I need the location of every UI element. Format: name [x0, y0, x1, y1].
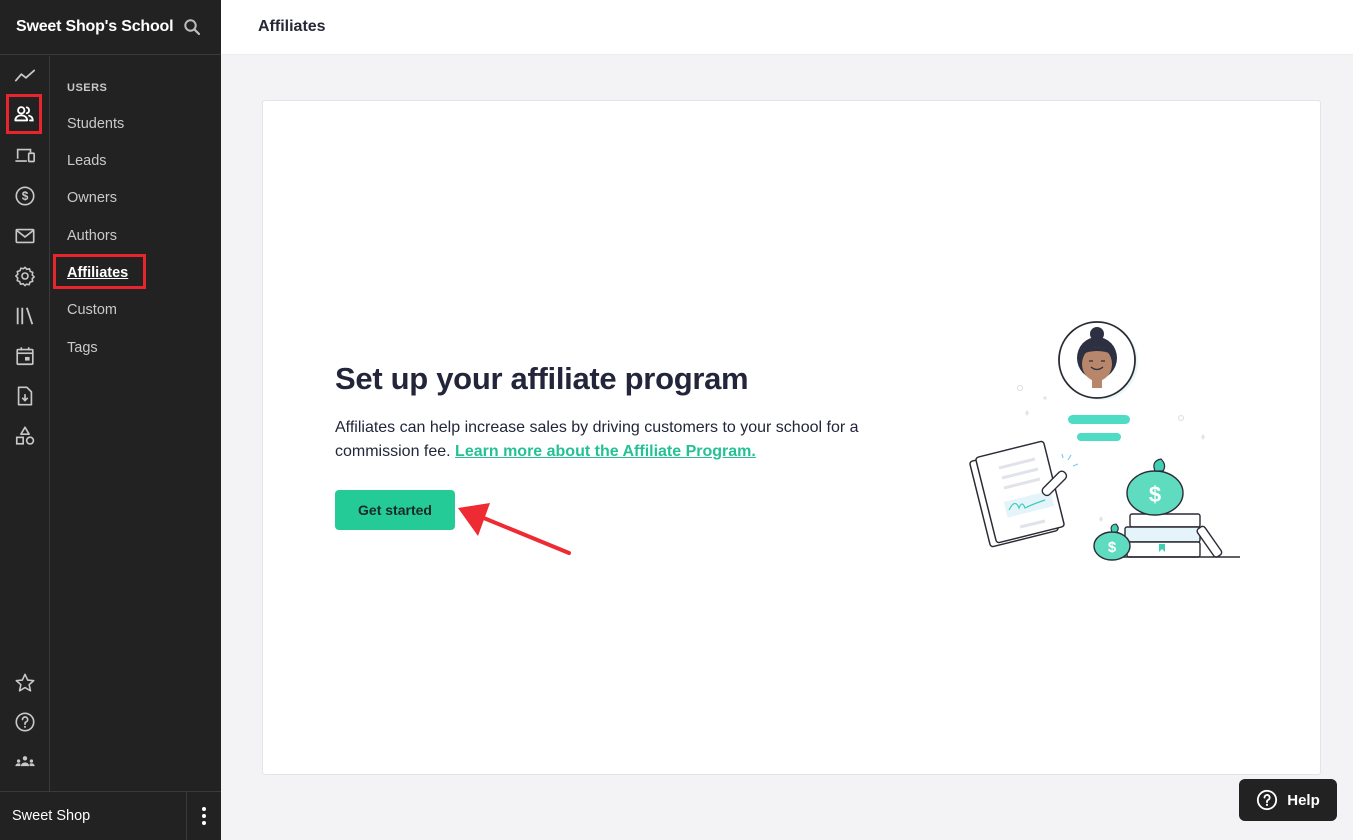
avatar-icon: [1058, 321, 1138, 400]
svg-text:$: $: [22, 189, 29, 203]
help-circle-icon[interactable]: [9, 706, 41, 738]
submenu-item-custom[interactable]: Custom: [67, 302, 117, 318]
star-icon[interactable]: [9, 667, 41, 699]
submenu-item-students[interactable]: Students: [67, 116, 124, 132]
sparkle-icon: [1177, 414, 1185, 422]
books-icon: [1115, 513, 1240, 558]
annotation-arrow: [458, 503, 571, 555]
top-bar: Affiliates: [221, 0, 1353, 55]
empty-state-description: Affiliates can help increase sales by dr…: [335, 416, 895, 464]
sidebar-header: Sweet Shop's School: [0, 0, 221, 55]
help-button[interactable]: Help: [1239, 779, 1337, 821]
affiliate-illustration: $ $: [969, 321, 1240, 561]
empty-state-headline: Set up your affiliate program: [335, 361, 749, 396]
library-icon[interactable]: [9, 300, 41, 332]
page-title: Affiliates: [258, 18, 326, 35]
users-icon[interactable]: [6, 94, 42, 134]
sparkle-icon: [1043, 396, 1047, 400]
learn-more-link[interactable]: Learn more about the Affiliate Program.: [455, 443, 756, 460]
sparkle-icon: [1025, 410, 1029, 416]
analytics-icon[interactable]: [9, 60, 41, 92]
sidebar-footer: Sweet Shop: [0, 791, 221, 840]
more-options-icon[interactable]: [186, 791, 221, 840]
shapes-icon[interactable]: [9, 420, 41, 452]
calendar-icon[interactable]: [9, 340, 41, 372]
sparkle-icon: [1099, 516, 1103, 522]
svg-text:$: $: [1149, 482, 1161, 507]
submenu-title: USERS: [67, 82, 108, 94]
sidebar: Sweet Shop's School $ USERS Students Lea…: [0, 0, 221, 840]
sparkle-icon: [1016, 384, 1024, 392]
submenu-item-authors[interactable]: Authors: [67, 228, 117, 244]
submenu-item-owners[interactable]: Owners: [67, 190, 117, 206]
sparkle-icon: [1201, 434, 1205, 440]
submenu-item-affiliates[interactable]: Affiliates: [67, 265, 128, 281]
search-icon[interactable]: [183, 18, 201, 36]
help-circle-icon: [1257, 789, 1278, 811]
gear-icon[interactable]: [9, 260, 41, 292]
money-bag-icon: $: [1126, 458, 1184, 516]
dollar-icon[interactable]: $: [9, 180, 41, 212]
svg-text:$: $: [1108, 539, 1117, 556]
devices-icon[interactable]: [9, 140, 41, 172]
get-started-button[interactable]: Get started: [335, 490, 455, 530]
help-label: Help: [1287, 791, 1320, 809]
account-name[interactable]: Sweet Shop: [0, 808, 186, 824]
file-download-icon[interactable]: [9, 380, 41, 412]
school-name[interactable]: Sweet Shop's School: [16, 18, 174, 36]
community-icon[interactable]: [9, 746, 41, 778]
icon-rail: $: [0, 56, 50, 791]
mail-icon[interactable]: [9, 220, 41, 252]
submenu-item-leads[interactable]: Leads: [67, 153, 107, 169]
submenu-item-tags[interactable]: Tags: [67, 340, 98, 356]
